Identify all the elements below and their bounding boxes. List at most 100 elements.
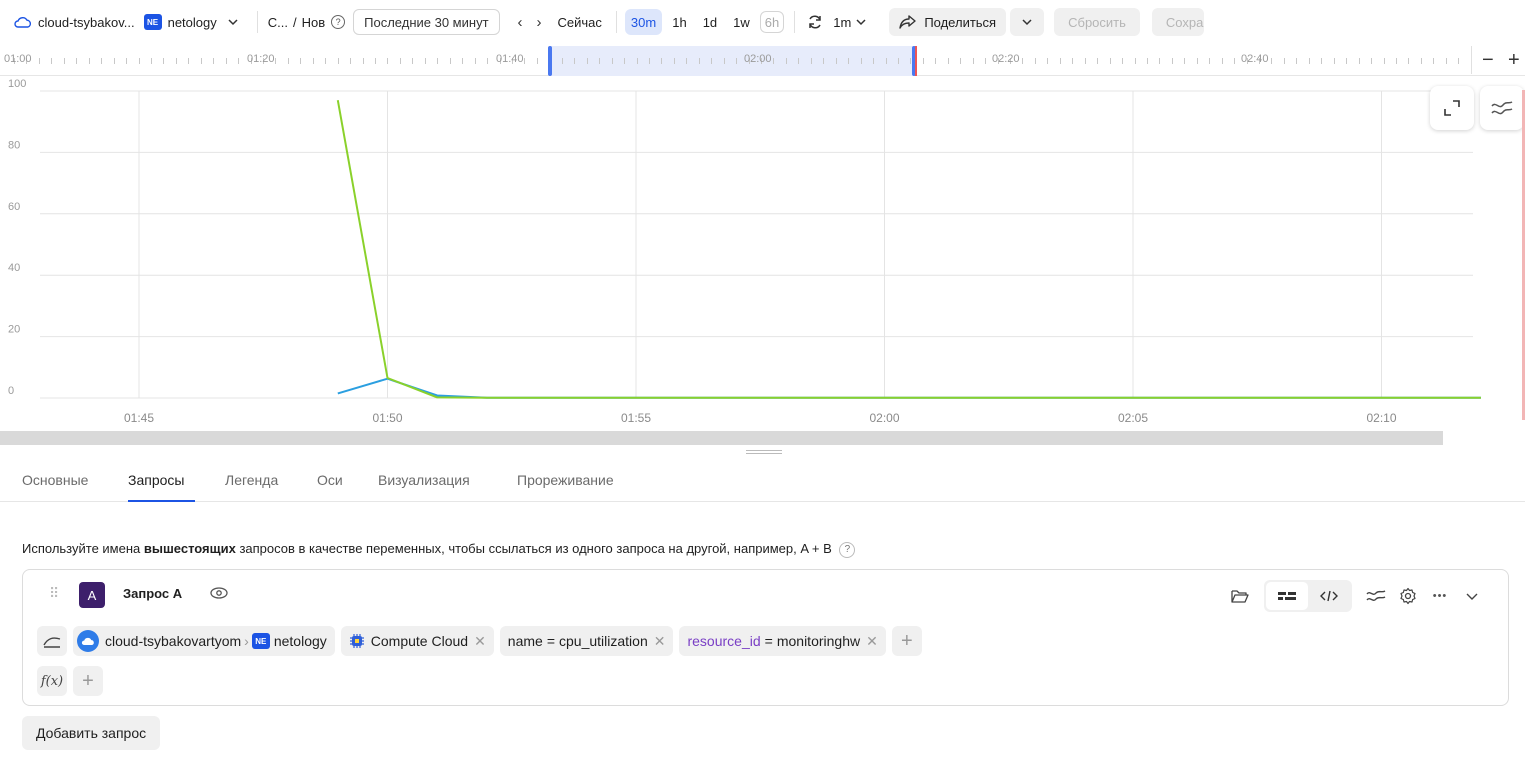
series-line bbox=[337, 377, 1481, 399]
more-button[interactable]: ••• bbox=[1424, 582, 1456, 610]
zoom-out-button[interactable]: − bbox=[1482, 48, 1494, 72]
time-range-picker[interactable]: Последние 30 минут bbox=[353, 9, 500, 35]
ruler-tick bbox=[886, 58, 887, 64]
add-query-button[interactable]: Добавить запрос bbox=[22, 716, 161, 750]
ruler-tick bbox=[848, 58, 849, 64]
close-icon[interactable]: ✕ bbox=[474, 633, 486, 650]
tab-queries[interactable]: Запросы bbox=[128, 472, 184, 488]
function-button[interactable]: f(x) bbox=[37, 666, 67, 696]
chart-type-button[interactable] bbox=[37, 626, 67, 656]
chevron-right-icon: › bbox=[244, 633, 249, 649]
divider bbox=[794, 11, 796, 33]
tab-downsampling[interactable]: Прореживание bbox=[517, 472, 614, 488]
open-folder-button[interactable] bbox=[1224, 582, 1256, 610]
close-icon[interactable]: ✕ bbox=[866, 633, 878, 650]
ruler-tick bbox=[699, 58, 700, 64]
ruler-tick bbox=[275, 58, 276, 64]
breadcrumb-separator: / bbox=[292, 14, 297, 30]
add-function-button[interactable]: + bbox=[73, 666, 103, 696]
ruler-tick bbox=[923, 58, 924, 64]
ruler-tick bbox=[674, 58, 675, 64]
zoom-30m-button[interactable]: 30m bbox=[624, 9, 663, 35]
tab-visualization[interactable]: Визуализация bbox=[378, 472, 470, 488]
y-tick-label: 100 bbox=[8, 78, 26, 90]
label-filter-resource[interactable]: resource_id = monitoringhw ✕ bbox=[679, 626, 886, 656]
series-toggle-button[interactable] bbox=[1480, 86, 1524, 130]
share-dropdown-button[interactable] bbox=[1010, 8, 1045, 36]
zoom-in-button[interactable]: + bbox=[1508, 48, 1520, 72]
ruler-tick bbox=[935, 58, 936, 64]
folder-selector[interactable]: cloud-tsybakov... NE netology bbox=[0, 8, 239, 36]
next-arrow-icon[interactable]: › bbox=[537, 8, 542, 36]
ruler-tick bbox=[375, 58, 376, 64]
drag-handle-icon[interactable]: ⠿ bbox=[49, 585, 59, 602]
label-filter-name[interactable]: name = cpu_utilization ✕ bbox=[499, 626, 674, 656]
label-value: cpu_utilization bbox=[559, 633, 648, 649]
code-mode-button[interactable] bbox=[1308, 582, 1350, 610]
zoom-1h-button[interactable]: 1h bbox=[666, 9, 692, 35]
add-label-button[interactable]: + bbox=[891, 626, 922, 656]
cloud-icon bbox=[77, 630, 99, 652]
reset-button[interactable]: Сбросить bbox=[1054, 8, 1140, 36]
ruler-tick bbox=[773, 58, 774, 64]
zoom-1w-button[interactable]: 1w bbox=[727, 9, 756, 35]
zoom-custom-button[interactable]: 6h bbox=[759, 11, 785, 33]
service-chip[interactable]: Compute Cloud ✕ bbox=[340, 626, 494, 656]
gear-icon bbox=[1400, 587, 1416, 605]
folder-name: cloud-tsybakov... bbox=[38, 14, 135, 30]
line-chart[interactable]: 0 20 40 60 80 100 01:45 01:50 01:55 02:00 02:05 02:… bbox=[0, 76, 1525, 432]
eye-icon[interactable] bbox=[209, 584, 229, 602]
save-button[interactable]: Сохра bbox=[1151, 8, 1204, 36]
hint-bold-text: вышестоящих bbox=[143, 541, 236, 556]
zoom-1d-button[interactable]: 1d bbox=[697, 9, 723, 35]
ruler-tick bbox=[1234, 58, 1235, 64]
x-tick-label: 02:00 bbox=[869, 411, 899, 425]
tab-legend[interactable]: Легенда bbox=[225, 472, 278, 488]
ruler-label: 02:20 bbox=[992, 53, 1020, 65]
selection-handle-left[interactable] bbox=[548, 46, 552, 76]
ruler-tick bbox=[1334, 58, 1335, 64]
ruler-tick bbox=[1110, 58, 1111, 64]
ruler-tick bbox=[313, 58, 314, 64]
resize-handle[interactable] bbox=[746, 450, 782, 454]
ruler-tick bbox=[960, 58, 961, 64]
expand-button[interactable] bbox=[1430, 86, 1474, 130]
ruler-label: 01:00 bbox=[4, 53, 32, 65]
ruler-tick bbox=[201, 58, 202, 64]
settings-button[interactable] bbox=[1392, 582, 1424, 610]
tab-axes[interactable]: Оси bbox=[317, 472, 343, 488]
ruler-tick bbox=[76, 58, 77, 64]
collapse-button[interactable] bbox=[1456, 582, 1488, 610]
timeline-ruler[interactable]: 01:00 01:20 01:40 02:00 02:20 02:40 − + bbox=[0, 44, 1525, 76]
ruler-tick bbox=[624, 58, 625, 64]
folder-project-chip[interactable]: cloud-tsybakovartyom › NE netology bbox=[73, 626, 335, 656]
area-chart-icon bbox=[43, 637, 61, 648]
tab-basic[interactable]: Основные bbox=[22, 472, 88, 488]
breadcrumb-dashboard[interactable]: С... bbox=[268, 15, 288, 30]
label-key: name bbox=[507, 633, 543, 649]
horizontal-scrollbar[interactable] bbox=[0, 431, 1443, 445]
visual-mode-button[interactable] bbox=[1266, 582, 1308, 610]
ruler-tick bbox=[1172, 58, 1173, 64]
now-button[interactable]: Сейчас bbox=[558, 8, 602, 36]
series-toggle-button[interactable] bbox=[1360, 582, 1392, 610]
help-icon[interactable]: ? bbox=[839, 541, 856, 558]
y-tick-label: 0 bbox=[8, 385, 14, 397]
ruler-tick bbox=[786, 58, 787, 64]
ruler-tick bbox=[562, 58, 563, 64]
close-icon[interactable]: ✕ bbox=[654, 633, 666, 650]
query-title[interactable]: Запрос A bbox=[123, 586, 182, 601]
share-button[interactable]: Поделиться bbox=[889, 8, 1007, 36]
chevron-down-icon bbox=[228, 19, 238, 26]
wave-icon bbox=[1491, 101, 1513, 115]
ruler-tick bbox=[724, 58, 725, 64]
ruler-tick bbox=[823, 58, 824, 64]
label-value: monitoringhw bbox=[776, 633, 861, 649]
refresh-control[interactable]: 1m bbox=[807, 8, 867, 36]
share-icon bbox=[899, 15, 917, 29]
ruler-label: 02:40 bbox=[1241, 53, 1269, 65]
breadcrumb: С... / Нов ? bbox=[268, 8, 346, 36]
help-icon[interactable]: ? bbox=[331, 15, 346, 29]
ruler-tick bbox=[661, 58, 662, 64]
prev-arrow-icon[interactable]: ‹ bbox=[518, 8, 523, 36]
